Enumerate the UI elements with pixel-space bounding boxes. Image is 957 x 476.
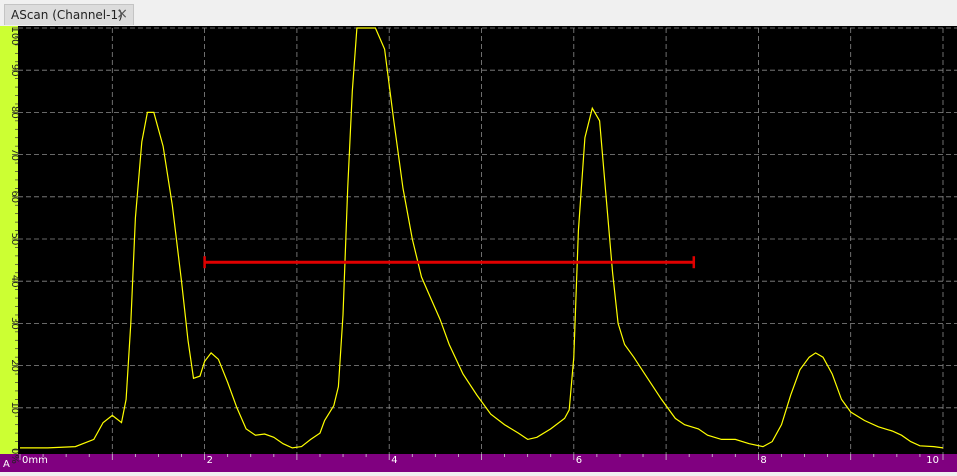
amplitude-tick-label: 0% [9, 448, 20, 464]
depth-tick-label: 4 [391, 455, 397, 466]
tab-title: AScan (Channel-1) [11, 8, 123, 22]
amplitude-tick-label: 50 [9, 233, 20, 246]
amplitude-tick-label: 100 [9, 26, 20, 45]
amplitude-tick-label: 80 [9, 106, 20, 119]
plot-background [0, 26, 957, 472]
amplitude-tick-label: 60 [9, 190, 20, 203]
amplitude-tick-label: 90 [9, 64, 20, 77]
close-icon[interactable]: × [116, 6, 128, 22]
depth-tick-label: 10 [926, 455, 939, 466]
depth-tick-label: 2 [207, 455, 213, 466]
amplitude-tick-label: 10 [9, 401, 20, 414]
tab-bar: AScan (Channel-1) × [0, 0, 957, 26]
ascan-plot[interactable]: 0% 10 20 30 40 50 60 70 80 90 100 0mm 2 4 6 8 10 A [0, 26, 957, 472]
depth-tick-label: 6 [576, 455, 582, 466]
depth-axis [0, 454, 957, 472]
corner-label: A [3, 459, 10, 470]
amplitude-tick-label: 70 [9, 148, 20, 161]
amplitude-tick-label: 20 [9, 359, 20, 372]
amplitude-tick-label: 30 [9, 317, 20, 330]
depth-tick-label: 0mm [22, 455, 48, 466]
amplitude-tick-label: 40 [9, 275, 20, 288]
ascan-chart[interactable]: 0% 10 20 30 40 50 60 70 80 90 100 0mm 2 4 6 8 10 A [0, 26, 957, 472]
tab-ascan-channel-1[interactable]: AScan (Channel-1) × [4, 4, 134, 25]
depth-tick-label: 8 [760, 455, 766, 466]
